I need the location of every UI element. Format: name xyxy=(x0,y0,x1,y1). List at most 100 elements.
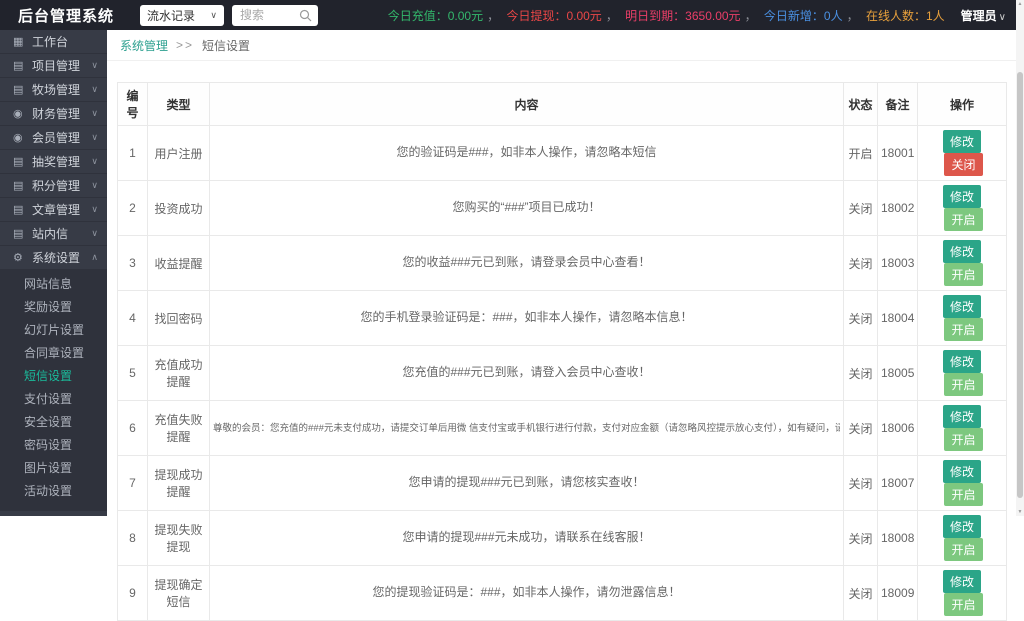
menu-item-icon: ⚙ xyxy=(13,252,23,264)
remark-cell: 18005 xyxy=(877,345,918,401)
toggle-button[interactable]: 开启 xyxy=(944,428,983,451)
edit-button[interactable]: 修改 xyxy=(942,570,981,593)
sms-type-cell: 收益提醒 xyxy=(147,235,210,291)
sidebar-menu-item[interactable]: ▤ 牧场管理 ∨ xyxy=(0,78,107,102)
operation-cell: 修改 开启 xyxy=(917,565,1007,621)
submenu-item[interactable]: 合同章设置 xyxy=(0,342,107,365)
chevron-icon: ∨ xyxy=(91,180,98,190)
sms-content-cell: 您的收益###元已到账，请登录会员中心查看！ xyxy=(209,235,844,291)
menu-item-label: 牧场管理 xyxy=(32,83,81,97)
remark-cell: 18002 xyxy=(877,180,918,236)
search-box xyxy=(232,4,319,26)
row-number-cell: 4 xyxy=(117,290,148,346)
submenu-item[interactable]: 安全设置 xyxy=(0,411,107,434)
submenu-item[interactable]: 奖励设置 xyxy=(0,296,107,319)
sms-type-cell: 提现确定短信 xyxy=(147,565,210,621)
menu-item-icon: ▤ xyxy=(13,180,24,192)
chevron-icon: ∨ xyxy=(91,108,98,118)
table-header-row: 编号 类型 内容 状态 备注 操作 xyxy=(117,82,1007,126)
row-number-cell: 8 xyxy=(117,510,148,566)
edit-button[interactable]: 修改 xyxy=(942,240,981,263)
scroll-down-icon[interactable]: ▼ xyxy=(1016,508,1024,516)
operation-cell: 修改 开启 xyxy=(917,400,1007,456)
remark-cell: 18004 xyxy=(877,290,918,346)
chevron-icon: ∨ xyxy=(91,156,98,166)
sidebar-menu-item[interactable]: ▤ 项目管理 ∨ xyxy=(0,54,107,78)
operation-cell: 修改 开启 xyxy=(917,180,1007,236)
status-cell: 关闭 xyxy=(843,235,878,291)
sidebar-menu-item[interactable]: ▤ 文章管理 ∨ xyxy=(0,198,107,222)
sms-content-text: 您的收益###元已到账，请登录会员中心查看！ xyxy=(402,255,651,269)
edit-button[interactable]: 修改 xyxy=(942,515,981,538)
menu-item-icon: ▤ xyxy=(13,156,24,168)
toggle-button[interactable]: 开启 xyxy=(944,373,983,396)
menu-item-label: 会员管理 xyxy=(32,131,81,145)
toggle-button[interactable]: 开启 xyxy=(944,208,983,231)
stat-separator: ， xyxy=(846,8,859,23)
user-menu[interactable]: 管理员 ∨ xyxy=(961,7,1006,24)
sidebar-menu-item[interactable]: ▤ 抽奖管理 ∨ xyxy=(0,150,107,174)
search-icon xyxy=(299,9,312,21)
toggle-button[interactable]: 开启 xyxy=(944,538,983,561)
vertical-scrollbar[interactable]: ▲ ▼ xyxy=(1016,0,1024,516)
sidebar: ▦ 工作台 ▤ 项目管理 ∨ ▤ 牧场管理 ∨ ◉ 财务管理 ∨ ◉ 会员管理 … xyxy=(0,30,107,516)
table-row: 8 提现失败提现 您申请的提现###元未成功，请联系在线客服！ 关闭 18008… xyxy=(117,510,1007,566)
col-header-type: 类型 xyxy=(147,82,210,126)
submenu-item[interactable]: 网站信息 xyxy=(0,273,107,296)
scrollbar-thumb[interactable] xyxy=(1017,72,1023,498)
toggle-button[interactable]: 开启 xyxy=(944,263,983,286)
record-type-select[interactable]: 流水记录 ∨ xyxy=(140,4,225,26)
breadcrumb-separator: >> xyxy=(176,38,195,52)
submenu-item[interactable]: 图片设置 xyxy=(0,457,107,480)
status-cell: 开启 xyxy=(843,125,878,181)
sidebar-menu: ▦ 工作台 ▤ 项目管理 ∨ ▤ 牧场管理 ∨ ◉ 财务管理 ∨ ◉ 会员管理 … xyxy=(0,30,107,270)
menu-item-label: 站内信 xyxy=(32,227,69,241)
menu-item-icon: ◉ xyxy=(13,132,23,144)
sms-content-text: 尊敬的会员：您充值的###元未支付成功，请提交订单后用微 信支付宝或手机银行进行… xyxy=(213,422,840,434)
sms-content-cell: 您的提现验证码是：###，如非本人操作，请勿泄露信息！ xyxy=(209,565,844,621)
sidebar-menu-item[interactable]: ▤ 积分管理 ∨ xyxy=(0,174,107,198)
toggle-button[interactable]: 关闭 xyxy=(944,153,983,176)
edit-button[interactable]: 修改 xyxy=(942,460,981,483)
menu-item-label: 项目管理 xyxy=(32,59,81,73)
edit-button[interactable]: 修改 xyxy=(942,130,981,153)
submenu-item[interactable]: 幻灯片设置 xyxy=(0,319,107,342)
chevron-icon: ∨ xyxy=(91,228,98,238)
submenu-item[interactable]: 活动设置 xyxy=(0,480,107,503)
submenu-item[interactable]: 支付设置 xyxy=(0,388,107,411)
table-row: 1 用户注册 您的验证码是###，如非本人操作，请忽略本短信 开启 18001 … xyxy=(117,125,1007,181)
menu-item-icon: ▤ xyxy=(13,228,24,240)
sms-type-cell: 投资成功 xyxy=(147,180,210,236)
remark-cell: 18008 xyxy=(877,510,918,566)
remark-cell: 18006 xyxy=(877,400,918,456)
sms-content-cell: 您充值的###元已到账，请登入会员中心查收！ xyxy=(209,345,844,401)
edit-button[interactable]: 修改 xyxy=(942,295,981,318)
sms-content-cell: 您的验证码是###，如非本人操作，请忽略本短信 xyxy=(209,125,844,181)
sms-content-cell: 您申请的提现###元未成功，请联系在线客服！ xyxy=(209,510,844,566)
sidebar-menu-item[interactable]: ▤ 站内信 ∨ xyxy=(0,222,107,246)
submenu-item[interactable]: 短信设置 xyxy=(0,365,107,388)
toggle-button[interactable]: 开启 xyxy=(944,593,983,616)
breadcrumb-section-link[interactable]: 系统管理 xyxy=(120,37,168,54)
edit-button[interactable]: 修改 xyxy=(942,405,981,428)
table-row: 7 提现成功提醒 您申请的提现###元已到账，请您核实查收！ 关闭 18007 … xyxy=(117,455,1007,511)
chevron-down-icon: ∨ xyxy=(210,9,218,20)
sidebar-menu-item[interactable]: ◉ 会员管理 ∨ xyxy=(0,126,107,150)
breadcrumb: 系统管理 >> 短信设置 xyxy=(107,30,1016,61)
sidebar-menu-item[interactable]: ◉ 财务管理 ∨ xyxy=(0,102,107,126)
sidebar-menu-item[interactable]: ▦ 工作台 xyxy=(0,30,107,54)
edit-button[interactable]: 修改 xyxy=(942,185,981,208)
edit-button[interactable]: 修改 xyxy=(942,350,981,373)
main-content: 系统管理 >> 短信设置 编号 类型 内容 状态 备注 操作 1 用户注册 您的… xyxy=(107,30,1016,621)
sidebar-menu-item[interactable]: ⚙ 系统设置 ∧ xyxy=(0,246,107,270)
scroll-up-icon[interactable]: ▲ xyxy=(1016,0,1024,8)
toggle-button[interactable]: 开启 xyxy=(944,483,983,506)
stat-label: 在线人数：1人 xyxy=(865,8,945,23)
stat-item: 今日新增：0人 ， xyxy=(764,7,863,24)
menu-item-icon: ▤ xyxy=(13,60,24,72)
table-row: 4 找回密码 您的手机登录验证码是：###，如非本人操作，请忽略本信息！ 关闭 … xyxy=(117,290,1007,346)
table-row: 2 投资成功 您购买的“###”项目已成功！ 关闭 18002 修改 开启 xyxy=(117,180,1007,236)
toggle-button[interactable]: 开启 xyxy=(944,318,983,341)
submenu-item[interactable]: 密码设置 xyxy=(0,434,107,457)
sms-settings-table-wrap: 编号 类型 内容 状态 备注 操作 1 用户注册 您的验证码是###，如非本人操… xyxy=(117,82,1007,621)
